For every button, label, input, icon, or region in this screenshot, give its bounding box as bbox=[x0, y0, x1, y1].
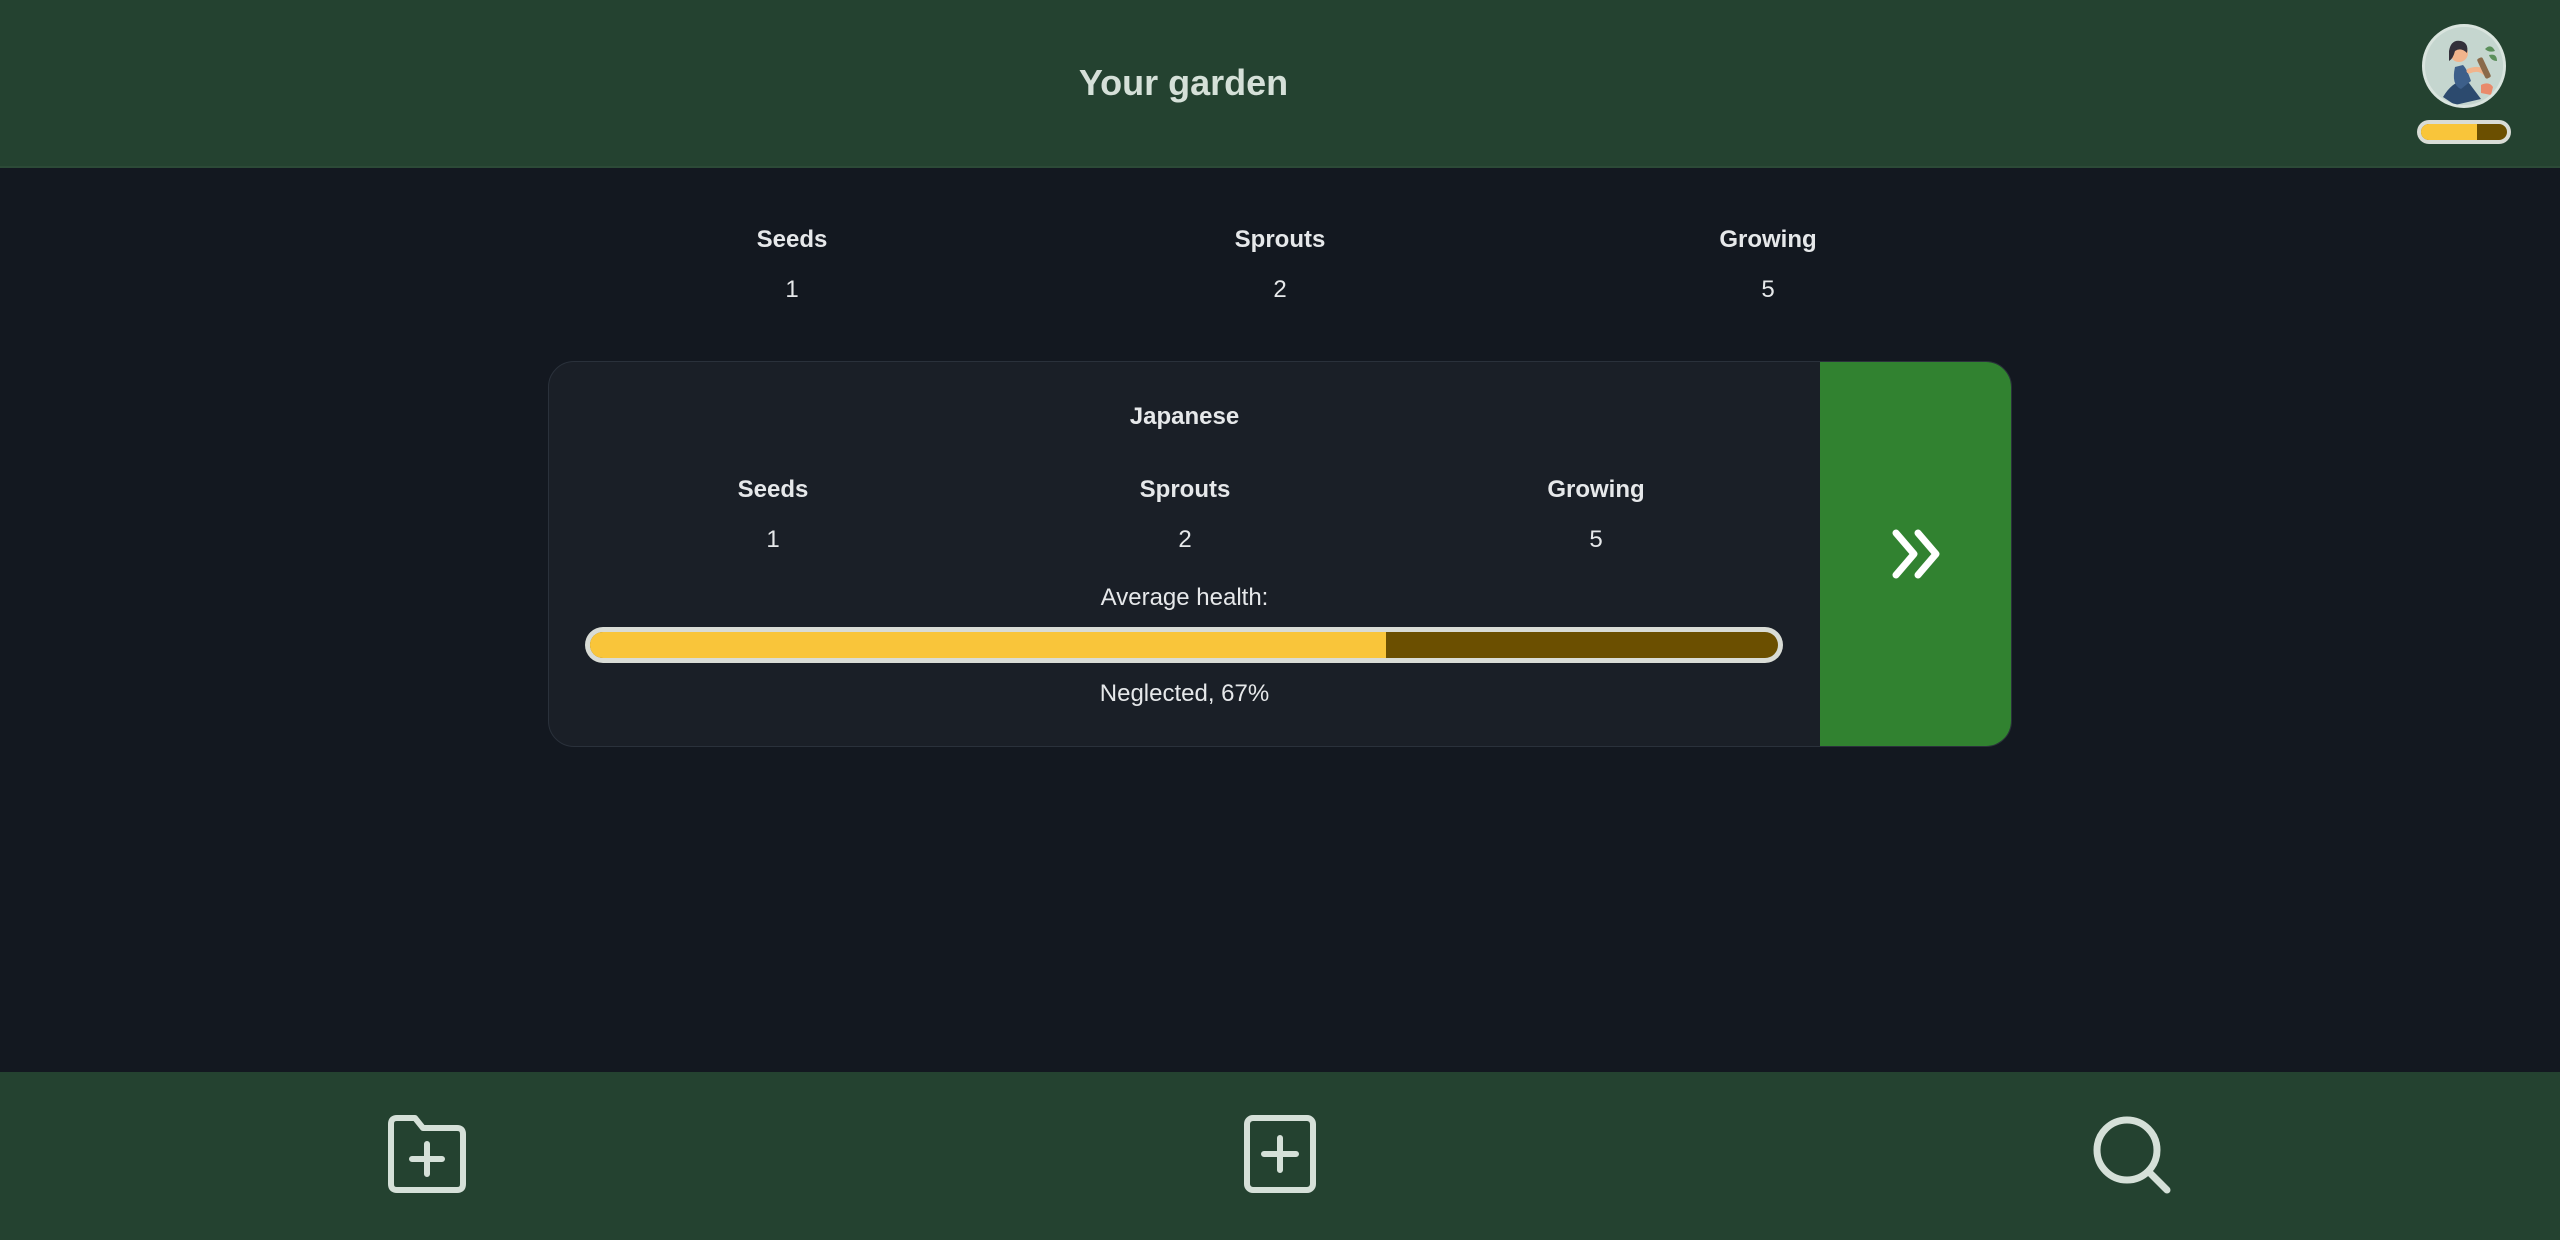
double-chevron-right-icon bbox=[1892, 529, 1940, 579]
summary-seeds-label: Seeds bbox=[756, 226, 828, 253]
new-garden-button[interactable] bbox=[377, 1104, 477, 1204]
search-icon bbox=[2093, 1116, 2171, 1194]
page-title: Your garden bbox=[1078, 62, 1289, 103]
add-plant-button[interactable] bbox=[1230, 1104, 1330, 1204]
xp-track bbox=[2421, 124, 2507, 140]
summary-sprouts-label: Sprouts bbox=[1234, 226, 1326, 253]
summary-growing-label: Growing bbox=[1719, 226, 1817, 253]
xp-bar bbox=[2417, 120, 2511, 144]
health-label: Average health: bbox=[1100, 584, 1269, 611]
summary-sprouts: Sprouts 2 bbox=[1180, 226, 1380, 304]
search-button[interactable] bbox=[2083, 1104, 2183, 1204]
bottom-nav bbox=[0, 1072, 2560, 1240]
health-track bbox=[590, 632, 1778, 658]
garden-card: Japanese Seeds 1 Sprouts 2 Growing 5 Ave… bbox=[548, 361, 2012, 747]
garden-name: Japanese bbox=[1129, 403, 1240, 430]
garden-stat-seeds-value: 1 bbox=[766, 526, 780, 553]
health-status: Neglected, 67% bbox=[1099, 680, 1270, 707]
summary-seeds: Seeds 1 bbox=[692, 226, 892, 304]
garden-stat-seeds-label: Seeds bbox=[737, 476, 809, 503]
summary-growing: Growing 5 bbox=[1668, 226, 1868, 304]
garden-stat-seeds: Seeds 1 bbox=[673, 476, 873, 554]
garden-stat-growing-value: 5 bbox=[1589, 526, 1603, 553]
gardener-avatar-icon bbox=[2425, 27, 2503, 105]
folder-plus-icon bbox=[388, 1115, 466, 1193]
top-bar: Your garden bbox=[0, 0, 2560, 168]
square-plus-icon bbox=[1244, 1115, 1316, 1193]
health-bar bbox=[585, 627, 1783, 663]
summary-sprouts-value: 2 bbox=[1273, 276, 1287, 303]
garden-stat-growing-label: Growing bbox=[1547, 476, 1645, 503]
garden-stat-growing: Growing 5 bbox=[1496, 476, 1696, 554]
garden-stat-sprouts-value: 2 bbox=[1178, 526, 1192, 553]
health-fill bbox=[590, 632, 1386, 658]
garden-stat-sprouts: Sprouts 2 bbox=[1085, 476, 1285, 554]
summary-seeds-value: 1 bbox=[785, 276, 799, 303]
garden-card-body: Japanese Seeds 1 Sprouts 2 Growing 5 Ave… bbox=[549, 362, 1820, 746]
avatar[interactable] bbox=[2422, 24, 2506, 108]
summary-growing-value: 5 bbox=[1761, 276, 1775, 303]
xp-fill bbox=[2421, 124, 2477, 140]
open-garden-button[interactable] bbox=[1820, 362, 2011, 746]
garden-stat-sprouts-label: Sprouts bbox=[1139, 476, 1231, 503]
